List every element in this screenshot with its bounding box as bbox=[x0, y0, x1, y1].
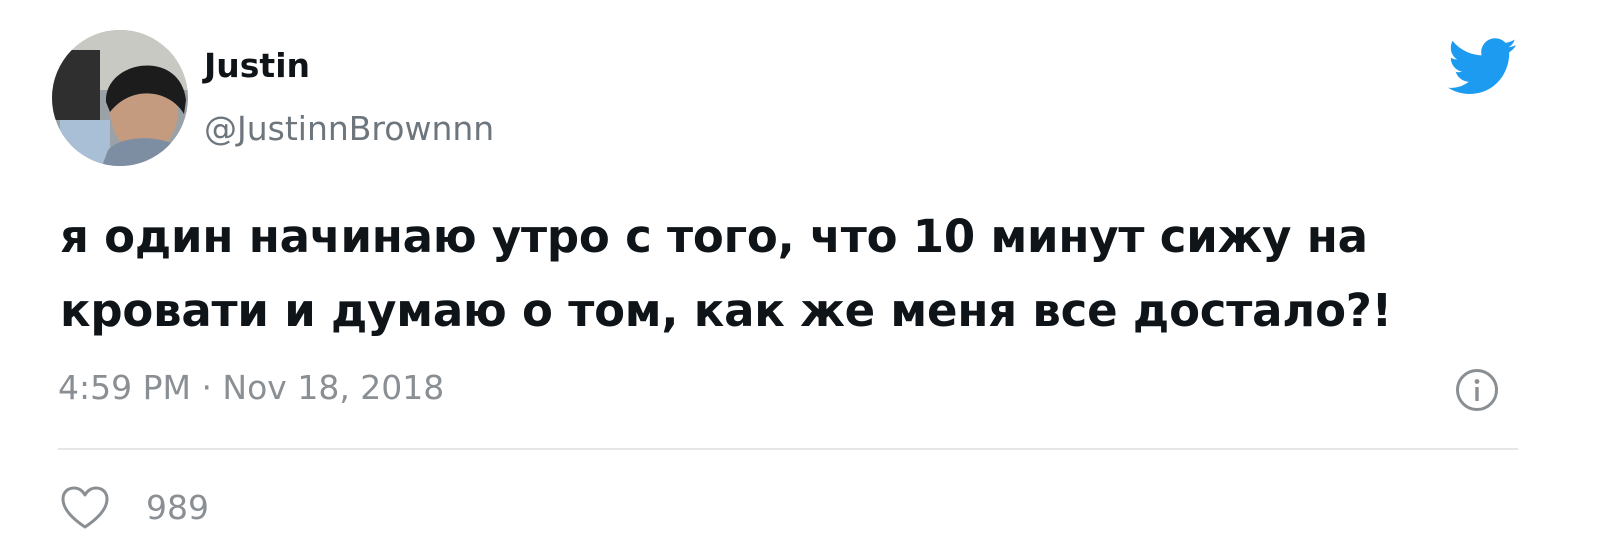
divider bbox=[58, 448, 1518, 450]
tweet-card: Justin @JustinnBrownnn я один начинаю ут… bbox=[0, 0, 1600, 558]
twitter-bird-icon[interactable] bbox=[1448, 38, 1518, 96]
tweet-text-line-1: я один начинаю утро с того, что 10 минут… bbox=[60, 210, 1368, 263]
avatar[interactable] bbox=[52, 30, 188, 166]
avatar-photo bbox=[52, 30, 188, 166]
heart-outline-icon[interactable] bbox=[60, 485, 110, 531]
tweet-timestamp[interactable]: 4:59 PM · Nov 18, 2018 bbox=[58, 364, 444, 412]
user-handle[interactable]: @JustinnBrownnn bbox=[204, 108, 494, 150]
tweet-text: я один начинаю утро с того, что 10 минут… bbox=[60, 200, 1540, 348]
tweet-text-line-2: кровати и думаю о том, как же меня все д… bbox=[60, 284, 1393, 337]
display-name[interactable]: Justin bbox=[204, 46, 310, 86]
like-count[interactable]: 989 bbox=[146, 484, 209, 532]
info-icon[interactable] bbox=[1455, 368, 1499, 412]
